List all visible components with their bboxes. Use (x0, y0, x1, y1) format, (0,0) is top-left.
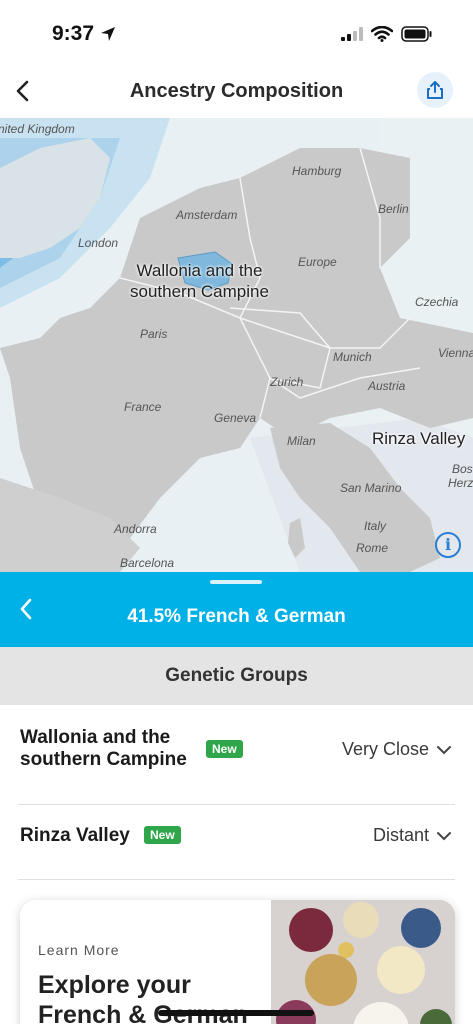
map-label-munich: Munich (333, 350, 372, 364)
chevron-down-icon (437, 745, 451, 754)
ancestry-map[interactable]: nited Kingdom Hamburg Berlin Amsterdam L… (0, 118, 473, 572)
share-icon (427, 81, 443, 99)
map-label-berlin: Berlin (378, 202, 409, 216)
map-label-zurich: Zurich (270, 375, 304, 389)
new-badge: New (144, 826, 181, 844)
map-highlight-rinza[interactable]: Rinza Valley (372, 428, 465, 449)
map-label-italy: Italy (364, 519, 387, 533)
signal-icon (341, 27, 363, 46)
location-arrow-icon (100, 26, 116, 47)
map-label-milan: Milan (287, 434, 316, 448)
status-icons (341, 25, 433, 47)
status-time: 9:37 (52, 22, 95, 45)
map-label-london: London (78, 236, 119, 250)
map-label-geneva: Geneva (214, 411, 257, 425)
home-indicator[interactable] (158, 1010, 314, 1016)
map-label-europe: Europe (298, 255, 337, 269)
relation-value: Distant (372, 825, 429, 845)
map-label-andorra: Andorra (114, 522, 157, 536)
map-label-uk: nited Kingdom (0, 122, 75, 136)
group-relation[interactable]: Very Close (342, 739, 451, 760)
sheet-title: 41.5% French & German (127, 606, 346, 627)
map-label-france: France (124, 400, 162, 414)
group-name-line2: southern Campine (20, 749, 187, 770)
sheet-header: 41.5% French & German (0, 572, 473, 647)
map-label-barcelona: Barcelona (120, 556, 175, 570)
group-name: Rinza Valley (20, 825, 130, 846)
group-row-wallonia[interactable]: Wallonia and the southern Campine New Ve… (18, 705, 455, 805)
map-highlight-wallonia[interactable]: Wallonia and the southern Campine (130, 260, 269, 302)
relation-value: Very Close (341, 739, 429, 759)
status-bar: 9:37 (0, 0, 473, 64)
wallonia-label-line1: Wallonia and the (136, 261, 263, 280)
map-label-czechia: Czechia (415, 295, 459, 309)
map-label-austria: Austria (368, 379, 406, 393)
map-label-herz: Herz (448, 476, 473, 490)
map-label-amsterdam: Amsterdam (176, 208, 238, 222)
map-label-san-marino: San Marino (340, 481, 402, 495)
genetic-groups-heading: Genetic Groups (0, 647, 473, 705)
battery-icon (401, 26, 433, 47)
chevron-down-icon (437, 831, 451, 840)
wifi-icon (370, 25, 394, 47)
learn-more-card[interactable]: Learn More Explore your French & German (20, 900, 455, 1024)
group-name-line1: Wallonia and the (20, 727, 171, 748)
map-canvas (0, 118, 473, 572)
map-label-bosnia: Bos (452, 462, 473, 476)
nav-header: Ancestry Composition (0, 64, 473, 118)
share-button[interactable] (417, 72, 453, 108)
map-label-paris: Paris (140, 327, 168, 341)
map-label-vienna: Vienna (438, 346, 473, 360)
info-icon[interactable]: i (435, 532, 461, 558)
new-badge: New (206, 740, 243, 758)
group-name: Wallonia and the southern Campine (20, 727, 187, 771)
sheet-drag-handle[interactable] (210, 580, 262, 584)
card-eyebrow: Learn More (38, 942, 120, 958)
wallonia-label-line2: southern Campine (130, 282, 269, 301)
card-photo (271, 900, 455, 1024)
page-title: Ancestry Composition (129, 80, 344, 102)
map-label-hamburg: Hamburg (292, 164, 342, 178)
group-row-rinza[interactable]: Rinza Valley New Distant (18, 805, 455, 880)
map-label-rome: Rome (356, 541, 389, 555)
group-relation[interactable]: Distant (373, 825, 451, 846)
